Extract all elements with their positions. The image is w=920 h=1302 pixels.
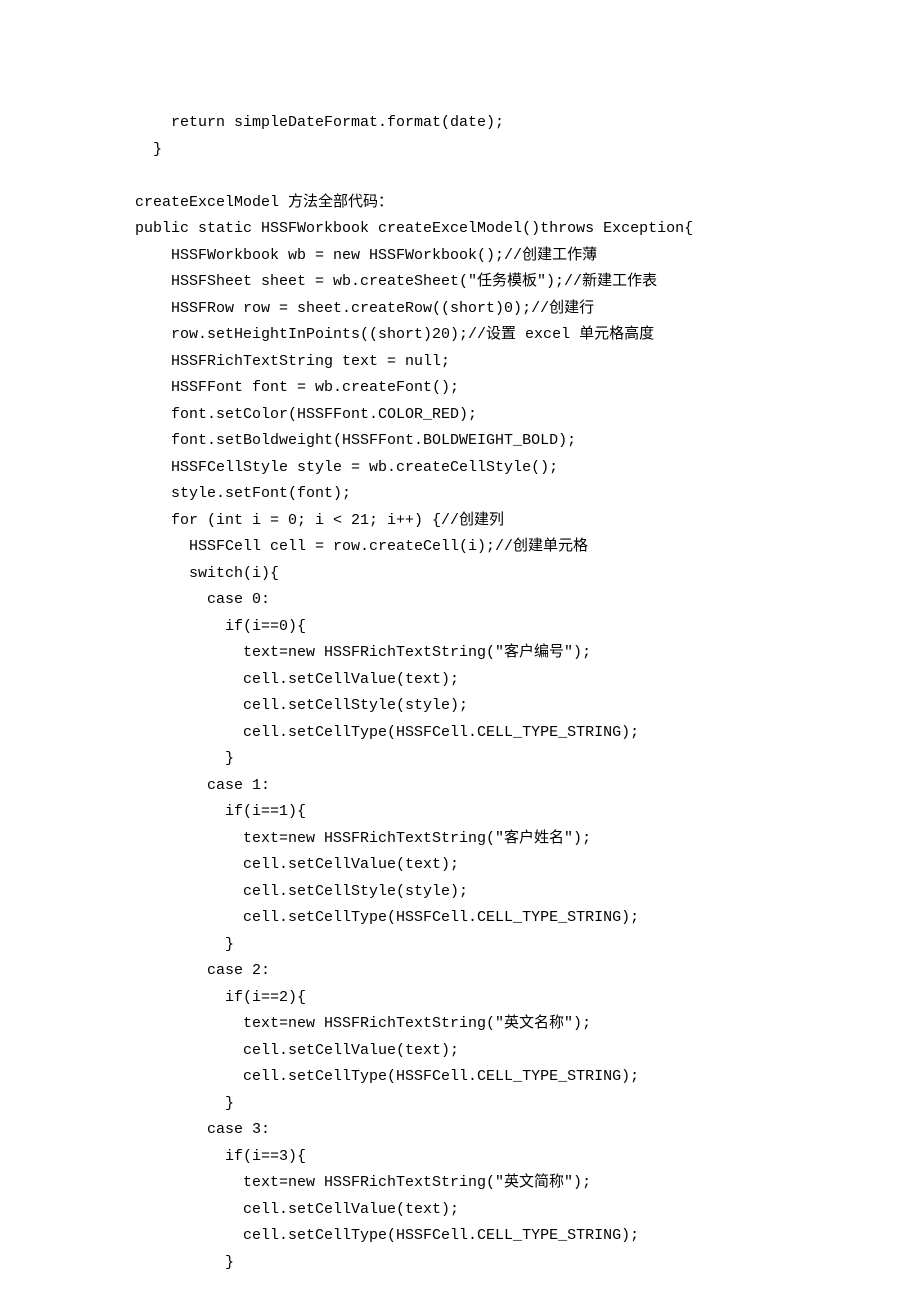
- code-line: font.setBoldweight(HSSFFont.BOLDWEIGHT_B…: [135, 428, 920, 455]
- code-line: if(i==1){: [135, 799, 920, 826]
- code-line: return simpleDateFormat.format(date);: [135, 110, 920, 137]
- code-line: }: [135, 1250, 920, 1277]
- code-line: cell.setCellType(HSSFCell.CELL_TYPE_STRI…: [135, 1223, 920, 1250]
- code-line: HSSFRichTextString text = null;: [135, 349, 920, 376]
- code-line: [135, 163, 920, 190]
- code-line: text=new HSSFRichTextString("客户姓名");: [135, 826, 920, 853]
- code-line: switch(i){: [135, 561, 920, 588]
- code-line: for (int i = 0; i < 21; i++) {//创建列: [135, 508, 920, 535]
- code-line: HSSFFont font = wb.createFont();: [135, 375, 920, 402]
- code-line: }: [135, 137, 920, 164]
- code-line: case 0:: [135, 587, 920, 614]
- code-line: HSSFSheet sheet = wb.createSheet("任务模板")…: [135, 269, 920, 296]
- code-line: case 1:: [135, 773, 920, 800]
- code-line: text=new HSSFRichTextString("客户编号");: [135, 640, 920, 667]
- document-page: return simpleDateFormat.format(date); } …: [0, 0, 920, 1302]
- code-line: case 3:: [135, 1117, 920, 1144]
- code-line: HSSFRow row = sheet.createRow((short)0);…: [135, 296, 920, 323]
- code-line: if(i==3){: [135, 1144, 920, 1171]
- code-line: cell.setCellStyle(style);: [135, 879, 920, 906]
- code-line: HSSFCellStyle style = wb.createCellStyle…: [135, 455, 920, 482]
- code-line: row.setHeightInPoints((short)20);//设置 ex…: [135, 322, 920, 349]
- code-line: style.setFont(font);: [135, 481, 920, 508]
- code-line: cell.setCellValue(text);: [135, 667, 920, 694]
- code-line: }: [135, 932, 920, 959]
- code-line: if(i==2){: [135, 985, 920, 1012]
- code-line: createExcelModel 方法全部代码：: [135, 190, 920, 217]
- code-line: cell.setCellValue(text);: [135, 852, 920, 879]
- code-line: cell.setCellType(HSSFCell.CELL_TYPE_STRI…: [135, 905, 920, 932]
- code-line: cell.setCellValue(text);: [135, 1038, 920, 1065]
- code-line: cell.setCellType(HSSFCell.CELL_TYPE_STRI…: [135, 720, 920, 747]
- code-line: HSSFWorkbook wb = new HSSFWorkbook();//创…: [135, 243, 920, 270]
- code-line: cell.setCellValue(text);: [135, 1197, 920, 1224]
- code-line: cell.setCellStyle(style);: [135, 693, 920, 720]
- code-line: case 2:: [135, 958, 920, 985]
- code-line: }: [135, 746, 920, 773]
- code-line: text=new HSSFRichTextString("英文名称");: [135, 1011, 920, 1038]
- code-line: public static HSSFWorkbook createExcelMo…: [135, 216, 920, 243]
- code-line: if(i==0){: [135, 614, 920, 641]
- code-line: HSSFCell cell = row.createCell(i);//创建单元…: [135, 534, 920, 561]
- code-line: }: [135, 1091, 920, 1118]
- code-line: text=new HSSFRichTextString("英文简称");: [135, 1170, 920, 1197]
- code-line: cell.setCellType(HSSFCell.CELL_TYPE_STRI…: [135, 1064, 920, 1091]
- code-line: font.setColor(HSSFFont.COLOR_RED);: [135, 402, 920, 429]
